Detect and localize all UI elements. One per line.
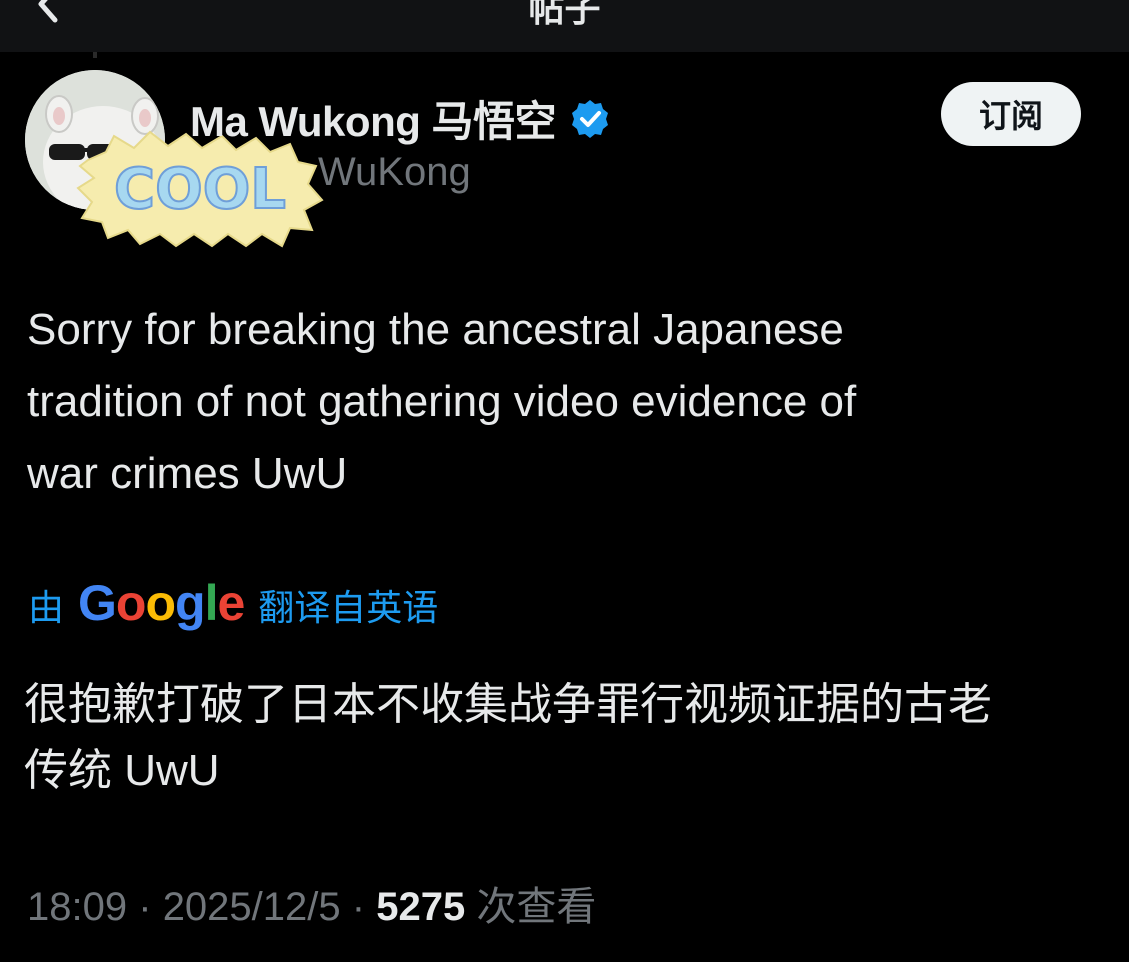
verified-badge-icon: [572, 99, 609, 138]
author-handle[interactable]: WuKong: [318, 150, 471, 195]
divider-mark: [93, 52, 97, 58]
page-title: 帖子: [528, 0, 601, 29]
google-logo: Google: [78, 575, 245, 631]
translate-suffix: 翻译自英语: [258, 587, 439, 628]
display-name[interactable]: Ma Wukong 马悟空: [190, 88, 557, 149]
view-count-label: 次查看: [476, 885, 597, 929]
view-count[interactable]: 5275: [376, 885, 465, 929]
separator: ·: [351, 885, 366, 929]
separator: ·: [138, 885, 152, 929]
tweet-meta: 18:09 · 2025/12/5 · 5275 次查看: [27, 874, 596, 932]
tweet-time[interactable]: 18:09: [27, 885, 127, 929]
translated-text: 很抱歉打破了日本不收集战争罪行视频证据的古老 传统 UwU: [24, 680, 992, 795]
tweet-text: Sorry for breaking the ancestral Japanes…: [27, 305, 857, 498]
translate-prefix: 由: [28, 587, 65, 628]
top-bar: 帖子: [0, 0, 1129, 52]
subscribe-button[interactable]: 订阅: [941, 82, 1081, 146]
translate-link[interactable]: 由 Google 翻译自英语: [28, 575, 439, 634]
author-name-row: Ma Wukong 马悟空: [190, 88, 610, 149]
sticker-text: COOL: [114, 157, 286, 222]
tweet-date[interactable]: 2025/12/5: [163, 885, 341, 929]
